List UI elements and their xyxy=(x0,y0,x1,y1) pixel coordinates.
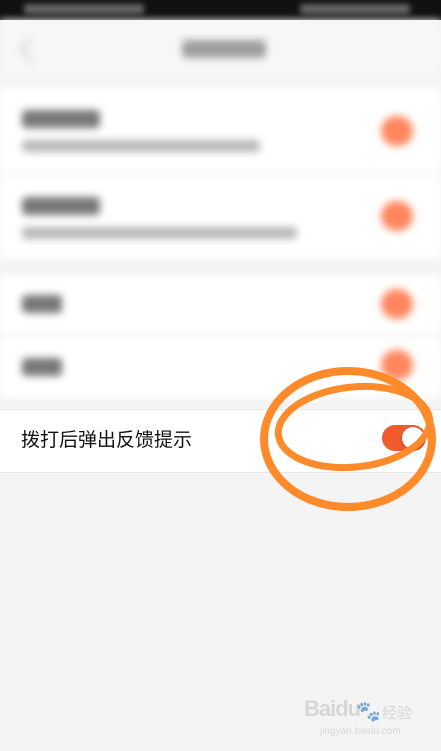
setting-row-blurred[interactable] xyxy=(0,175,441,260)
status-bar-blurred-content xyxy=(300,4,410,14)
toggle-knob xyxy=(402,427,424,449)
setting-title-blurred xyxy=(22,110,100,128)
toggle-switch-blurred[interactable] xyxy=(381,289,413,319)
feedback-prompt-row[interactable]: 拨打后弹出反馈提示 xyxy=(0,409,441,473)
status-bar xyxy=(0,0,441,20)
watermark: Baidu 🐾 经验 jingyan.baidu.com xyxy=(300,696,430,744)
setting-title-blurred xyxy=(22,295,62,313)
setting-title-blurred xyxy=(22,358,62,376)
setting-row-blurred[interactable] xyxy=(0,336,441,399)
status-bar-blurred-content xyxy=(24,4,144,14)
watermark-url: jingyan.baidu.com xyxy=(320,726,401,737)
back-arrow-icon[interactable] xyxy=(18,37,45,64)
toggle-switch-blurred[interactable] xyxy=(381,201,413,231)
toggle-switch-blurred[interactable] xyxy=(381,116,413,146)
feedback-prompt-label: 拨打后弹出反馈提示 xyxy=(21,429,193,451)
setting-subtitle-blurred xyxy=(22,227,297,239)
setting-row-blurred[interactable] xyxy=(0,275,441,336)
page-title-blurred xyxy=(182,40,266,58)
nav-bar xyxy=(0,20,441,76)
setting-title-blurred xyxy=(22,197,100,215)
toggle-switch-blurred[interactable] xyxy=(381,350,413,380)
watermark-brand: Baidu xyxy=(304,696,361,721)
watermark-suffix: 经验 xyxy=(382,704,413,722)
setting-row-blurred[interactable] xyxy=(0,88,441,175)
feedback-prompt-toggle[interactable] xyxy=(382,425,426,451)
paw-icon: 🐾 xyxy=(356,699,381,723)
setting-subtitle-blurred xyxy=(22,140,260,152)
